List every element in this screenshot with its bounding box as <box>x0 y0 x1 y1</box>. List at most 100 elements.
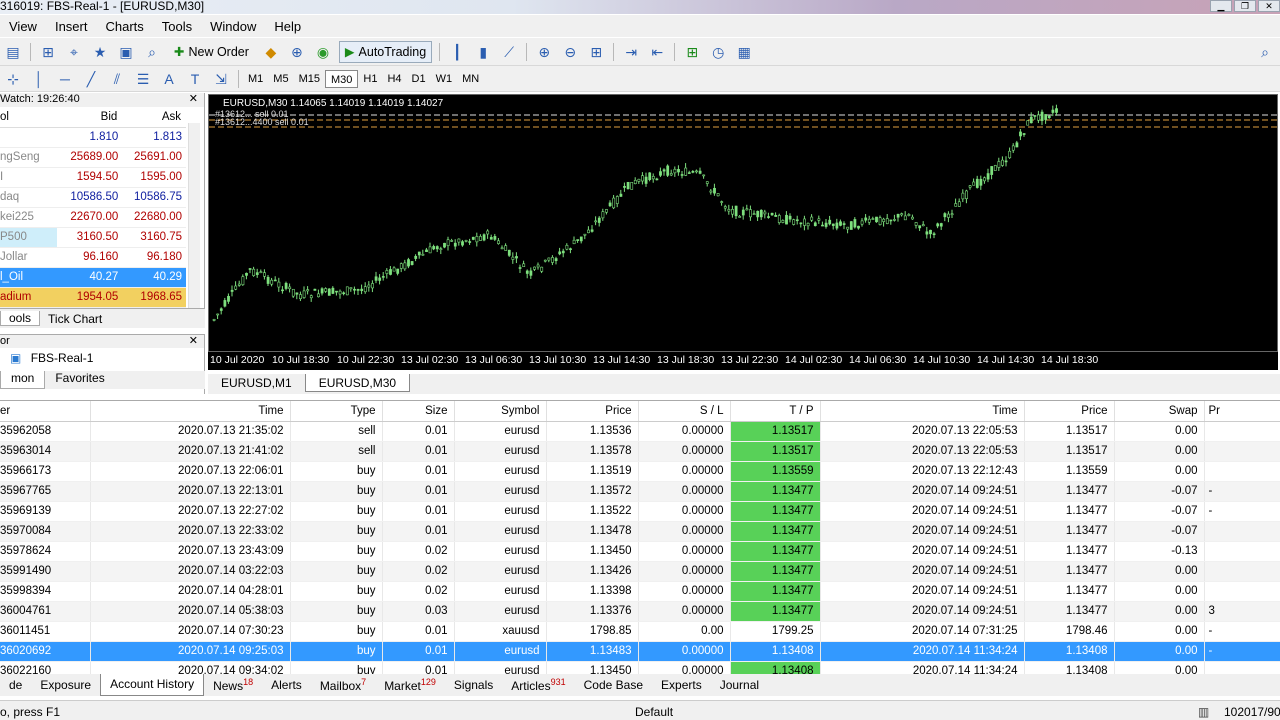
market-watch-row-selected[interactable]: l_Oil 40.27 40.29 <box>0 267 186 288</box>
crosshair-target-icon[interactable]: ⌖ <box>63 42 85 62</box>
fibonacci-icon[interactable]: ☰ <box>132 69 154 89</box>
col-swap[interactable]: Swap <box>1114 401 1205 422</box>
tab-eurusd-m30[interactable]: EURUSD,M30 <box>304 374 411 392</box>
tab-tick-chart[interactable]: Tick Chart <box>40 312 110 326</box>
history-row[interactable]: 35969139 2020.07.13 22:27:02 buy 0.01 eurusd… <box>0 501 1280 522</box>
chart-canvas[interactable] <box>209 95 1277 351</box>
timeframe-m30[interactable]: M30 <box>324 69 359 88</box>
menu-window[interactable]: Window <box>201 19 265 34</box>
tab-alerts[interactable]: Alerts <box>262 678 311 692</box>
maximize-button[interactable]: ❐ <box>1234 0 1256 12</box>
col-open-time[interactable]: Time <box>90 401 291 422</box>
signal-icon[interactable]: ◉ <box>312 42 334 62</box>
line-chart-icon[interactable]: ⟋ <box>498 42 520 62</box>
history-row[interactable]: 35963014 2020.07.13 21:41:02 sell 0.01 eurus… <box>0 441 1280 462</box>
menu-view[interactable]: View <box>0 19 46 34</box>
market-watch-icon[interactable]: ▣ <box>115 42 137 62</box>
col-profit[interactable]: Pr <box>1204 401 1280 422</box>
tab-signals[interactable]: Signals <box>445 678 502 692</box>
market-watch-row[interactable]: adium 1954.05 1968.65 <box>0 287 186 308</box>
tab-code-base[interactable]: Code Base <box>575 678 652 692</box>
tab-favorites[interactable]: Favorites <box>45 371 114 389</box>
search-icon[interactable]: ⌕ <box>1254 42 1276 62</box>
tab-news[interactable]: News18 <box>204 677 262 693</box>
col-order[interactable]: er <box>0 401 91 422</box>
menu-help[interactable]: Help <box>265 19 310 34</box>
candlestick-icon[interactable]: ▮ <box>472 42 494 62</box>
history-row[interactable]: 35967765 2020.07.13 22:13:01 buy 0.01 eurusd… <box>0 481 1280 502</box>
col-symbol[interactable]: ol <box>0 107 57 128</box>
periods-clock-icon[interactable]: ◷ <box>707 42 729 62</box>
tab-eurusd-m1[interactable]: EURUSD,M1 <box>208 374 305 392</box>
close-icon[interactable]: ✕ <box>189 335 198 347</box>
history-row-selected[interactable]: 36020692 2020.07.14 09:25:03 buy 0.01 eurusd… <box>0 641 1280 662</box>
account-item[interactable]: ▣ FBS-Real-1 <box>0 348 204 368</box>
timeframe-mn[interactable]: MN <box>457 70 484 88</box>
tab-market[interactable]: Market129 <box>375 677 445 693</box>
close-button[interactable]: ✕ <box>1258 0 1280 12</box>
menu-tools[interactable]: Tools <box>153 19 201 34</box>
market-watch-row[interactable]: 1.810 1.813 <box>0 127 186 148</box>
history-row[interactable]: 35991490 2020.07.14 03:22:03 buy 0.02 eurusd… <box>0 561 1280 582</box>
timeframe-m5[interactable]: M5 <box>268 70 293 88</box>
history-row[interactable]: 35978624 2020.07.13 23:43:09 buy 0.02 eurusd… <box>0 541 1280 562</box>
timeframe-w1[interactable]: W1 <box>431 70 458 88</box>
market-watch-row[interactable]: daq 10586.50 10586.75 <box>0 187 186 208</box>
vertical-line-icon[interactable]: │ <box>28 69 50 89</box>
chart-shift-icon[interactable]: ⇤ <box>646 42 668 62</box>
lock-icon[interactable]: ⊕ <box>286 42 308 62</box>
history-row[interactable]: 36011451 2020.07.14 07:30:23 buy 0.01 xauusd… <box>0 621 1280 642</box>
col-open-price[interactable]: Price <box>546 401 639 422</box>
market-watch-row[interactable]: Jollar 96.160 96.180 <box>0 247 186 268</box>
timeframe-h4[interactable]: H4 <box>382 70 406 88</box>
tab-journal[interactable]: Journal <box>711 678 768 692</box>
tab-account-history[interactable]: Account History <box>100 674 205 696</box>
arrows-icon[interactable]: ⇲ <box>210 69 232 89</box>
auto-scroll-icon[interactable]: ⇥ <box>620 42 642 62</box>
history-row[interactable]: 36004761 2020.07.14 05:38:03 buy 0.03 eurusd… <box>0 601 1280 622</box>
tab-symbols[interactable]: ools <box>0 311 41 326</box>
new-chart-icon[interactable]: ▤ <box>2 42 24 62</box>
history-row[interactable]: 35998394 2020.07.14 04:28:01 buy 0.02 eurusd… <box>0 581 1280 602</box>
col-bid[interactable]: Bid <box>56 107 123 128</box>
zoom-out-icon[interactable]: ⊖ <box>559 42 581 62</box>
navigator-icon[interactable]: ⌕ <box>141 42 163 62</box>
col-size[interactable]: Size <box>382 401 455 422</box>
text-icon[interactable]: A <box>158 69 180 89</box>
timeframe-m15[interactable]: M15 <box>294 70 325 88</box>
channel-icon[interactable]: ⫽ <box>106 69 128 89</box>
market-watch-row[interactable]: I 1594.50 1595.00 <box>0 167 186 188</box>
col-sl[interactable]: S / L <box>638 401 731 422</box>
timeframe-h1[interactable]: H1 <box>358 70 382 88</box>
tab-mailbox[interactable]: Mailbox7 <box>311 677 375 693</box>
bar-chart-icon[interactable]: ┃ <box>446 42 468 62</box>
price-chart[interactable]: EURUSD,M30 1.14065 1.14019 1.14019 1.140… <box>208 94 1278 352</box>
menu-charts[interactable]: Charts <box>96 19 152 34</box>
menu-insert[interactable]: Insert <box>46 19 97 34</box>
label-icon[interactable]: T <box>184 69 206 89</box>
trendline-icon[interactable]: ╱ <box>80 69 102 89</box>
history-row[interactable]: 35962058 2020.07.13 21:35:02 sell 0.01 eurus… <box>0 421 1280 442</box>
market-watch-scrollbar[interactable] <box>188 123 200 315</box>
favorites-folder-icon[interactable]: ★ <box>89 42 111 62</box>
col-close-time[interactable]: Time <box>820 401 1025 422</box>
col-close-price[interactable]: Price <box>1024 401 1115 422</box>
timeframe-d1[interactable]: D1 <box>407 70 431 88</box>
market-watch-row[interactable]: P500 3160.50 3160.75 <box>0 227 186 248</box>
close-icon[interactable]: ✕ <box>189 93 198 106</box>
tab-articles[interactable]: Articles931 <box>502 677 574 693</box>
minimize-button[interactable]: ▁ <box>1210 0 1232 12</box>
tile-windows-icon[interactable]: ⊞ <box>585 42 607 62</box>
col-symbol[interactable]: Symbol <box>454 401 547 422</box>
autotrading-button[interactable]: ▶ AutoTrading <box>338 40 433 63</box>
history-row[interactable]: 35966173 2020.07.13 22:06:01 buy 0.01 eurusd… <box>0 461 1280 482</box>
tab-de[interactable]: de <box>0 678 31 692</box>
cursor-icon[interactable]: ⊹ <box>2 69 24 89</box>
tab-exposure[interactable]: Exposure <box>31 678 100 692</box>
horizontal-line-icon[interactable]: ─ <box>54 69 76 89</box>
col-ask[interactable]: Ask <box>122 107 186 128</box>
tab-experts[interactable]: Experts <box>652 678 711 692</box>
market-watch-row[interactable]: kei225 22670.00 22680.00 <box>0 207 186 228</box>
timeframe-m1[interactable]: M1 <box>243 70 268 88</box>
market-watch-row[interactable]: ngSeng 25689.00 25691.00 <box>0 147 186 168</box>
